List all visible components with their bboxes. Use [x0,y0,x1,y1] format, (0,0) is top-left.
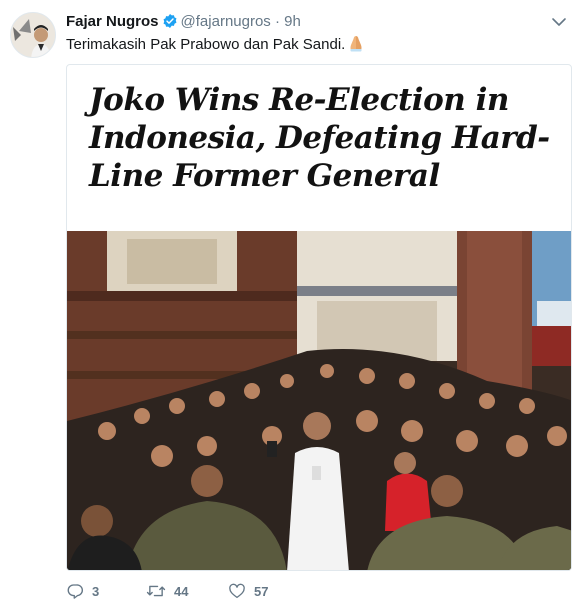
tweet-text-content: Terimakasih Pak Prabowo dan Pak Sandi. [66,36,346,53]
like-icon [229,583,245,599]
tweet-header: Fajar Nugros @fajarnugros · 9h [66,12,553,32]
news-photo [67,231,571,570]
author-name[interactable]: Fajar Nugros [66,13,159,30]
like-button[interactable]: 57 [228,580,268,602]
reply-button[interactable]: 3 [66,580,99,602]
reply-icon [67,584,84,599]
tweet-text: Terimakasih Pak Prabowo dan Pak Sandi. [66,34,365,58]
author-handle[interactable]: @fajarnugros [181,13,271,30]
folded-hands-icon [347,34,365,58]
reply-count: 3 [92,583,100,599]
like-count: 57 [254,583,269,599]
news-card[interactable]: Joko Wins Re-Election in Indonesia, Defe… [66,64,572,571]
article-headline: Joko Wins Re-Election in Indonesia, Defe… [89,82,550,194]
retweet-icon [146,585,166,597]
separator-dot: · [274,13,280,30]
retweet-button[interactable]: 44 [146,580,188,602]
avatar-image [11,13,55,57]
avatar[interactable] [10,12,56,58]
retweet-count: 44 [174,583,189,599]
tweet-timestamp[interactable]: 9h [284,13,301,30]
chevron-down-icon[interactable] [551,14,567,30]
verified-badge-icon [162,13,178,35]
